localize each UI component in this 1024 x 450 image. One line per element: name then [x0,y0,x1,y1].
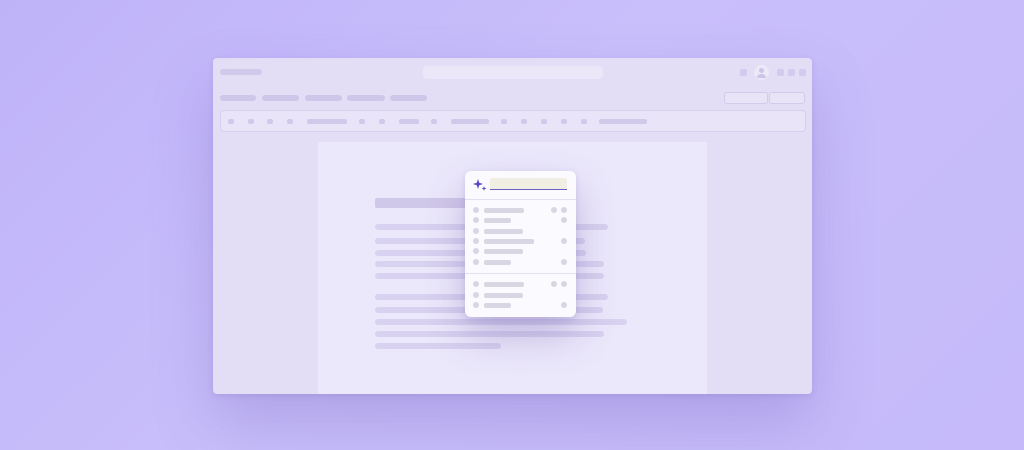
menu-item-label [484,239,534,244]
dot-icon [473,238,479,244]
more-options[interactable] [599,119,647,124]
menu-item-label [484,282,524,287]
shortcut-key [561,207,567,213]
shortcut-key [561,238,567,244]
divider [465,199,576,200]
tab-file[interactable] [220,95,256,101]
dot-icon [473,259,479,265]
menu-item-label [484,260,511,265]
underline-icon[interactable] [541,119,547,124]
font-size-select[interactable] [399,119,419,124]
dot-icon [473,207,479,213]
app-icon[interactable] [740,69,747,76]
text-line [375,343,501,349]
menu-item[interactable] [465,237,576,246]
maximize-icon[interactable] [788,69,795,76]
menu-item[interactable] [465,216,576,225]
shortcut-key [561,259,567,265]
menu-item[interactable] [465,291,576,300]
ai-prompt-input[interactable] [490,178,567,190]
shortcut-key [561,302,567,308]
tab-insert[interactable] [305,95,342,101]
menu-item[interactable] [465,206,576,215]
menu-item[interactable] [465,301,576,310]
font-select[interactable] [451,119,489,124]
menu-item-label [484,218,511,223]
comments-button[interactable] [769,92,805,104]
tab-review[interactable] [390,95,427,101]
redo-icon[interactable] [248,119,254,124]
format-painter-icon[interactable] [267,119,273,124]
menu-item[interactable] [465,247,576,256]
list-icon[interactable] [581,119,587,124]
text-line [375,331,604,337]
menu-item-label [484,249,523,254]
app-title-placeholder [220,69,262,75]
document-heading [375,198,470,208]
search-input[interactable] [423,66,603,79]
divider [465,273,576,274]
shortcut-key [551,207,557,213]
tab-home[interactable] [262,95,299,101]
font-size-up-icon[interactable] [379,119,385,124]
menu-item-label [484,229,523,234]
ai-command-popup [465,171,576,317]
shortcut-key [561,217,567,223]
shortcut-key [561,281,567,287]
user-icon[interactable] [754,65,769,80]
shortcut-key [551,281,557,287]
dot-icon [473,292,479,298]
style-select[interactable] [307,119,347,124]
close-icon[interactable] [799,69,806,76]
menu-item[interactable] [465,227,576,236]
dot-icon [473,228,479,234]
dot-icon [473,302,479,308]
font-size-down-icon[interactable] [359,119,365,124]
share-button[interactable] [724,92,768,104]
menu-item[interactable] [465,258,576,267]
menu-item-label [484,208,524,213]
italic-icon[interactable] [521,119,527,124]
bold-icon[interactable] [501,119,507,124]
dot-icon [473,217,479,223]
sparkle-icon [473,179,487,191]
dot-icon [473,281,479,287]
align-icon[interactable] [561,119,567,124]
text-line [375,319,627,325]
dot-icon [473,248,479,254]
menu-item[interactable] [465,280,576,289]
text-color-icon[interactable] [431,119,437,124]
tab-layout[interactable] [347,95,385,101]
undo-icon[interactable] [228,119,234,124]
menu-item-label [484,293,523,298]
minimize-icon[interactable] [777,69,784,76]
formatting-toolbar [220,110,806,132]
clear-format-icon[interactable] [287,119,293,124]
menu-item-label [484,303,511,308]
